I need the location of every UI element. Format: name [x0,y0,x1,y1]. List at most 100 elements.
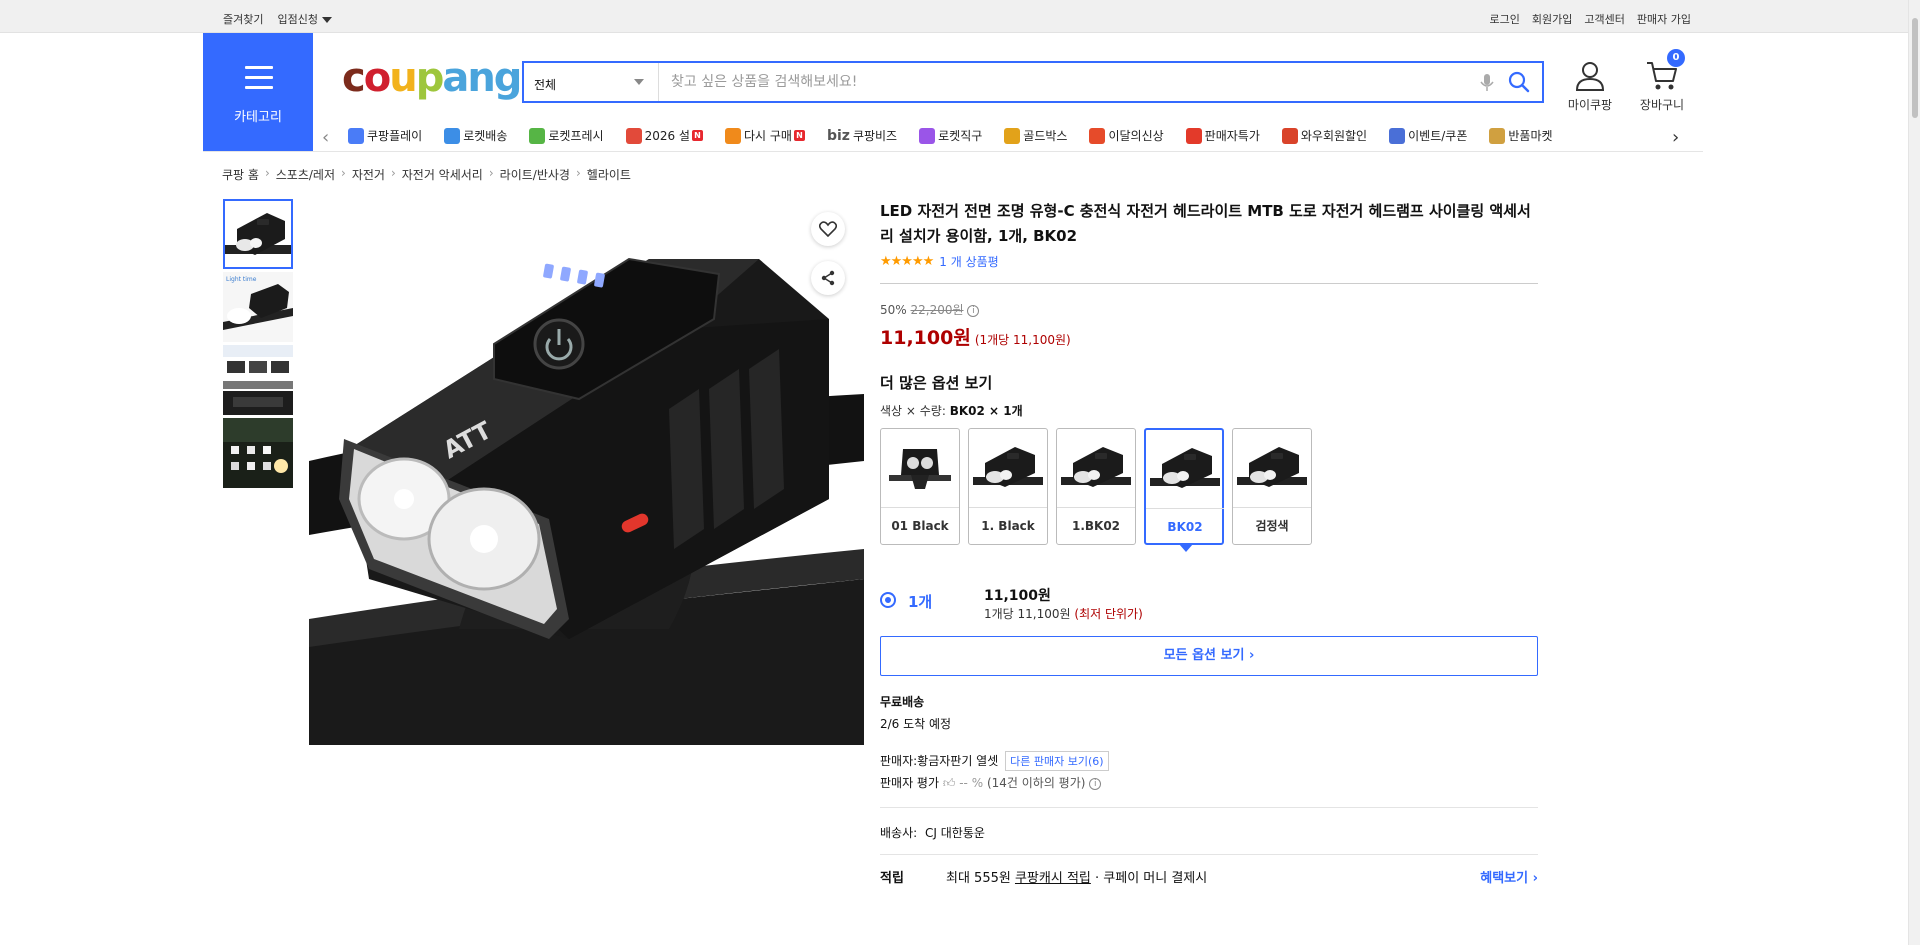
ribbon-item-label: 골드박스 [1023,129,1068,143]
review-count-link[interactable]: 1 개 상품평 [939,253,998,270]
swatch-label: 01 Black [881,507,959,544]
rating-row[interactable]: ★★★★★ 1 개 상품평 [880,253,1538,270]
color-swatch[interactable]: BK02 [1144,428,1224,552]
thumbnail-2[interactable]: Light time [223,272,293,342]
ribbon-prev-icon[interactable]: ‹ [322,127,329,148]
info-icon[interactable]: i [1089,777,1102,790]
mypage-button[interactable]: 마이쿠팡 [1560,60,1620,113]
info-icon[interactable]: i [967,304,980,317]
seller-name[interactable]: 황금자판기 열셋 [917,754,998,768]
microphone-icon[interactable] [1480,73,1494,96]
cart-count-badge: 0 [1667,49,1685,67]
option-summary: 색상 × 수량: BK02 × 1개 [880,402,1538,419]
wishlist-button[interactable] [811,212,845,246]
ribbon-item[interactable]: biz 쿠팡비즈 [827,127,897,144]
color-swatches: 01 Black 1. Black 1.BK02 BK02 검정색 [880,428,1538,552]
ribbon-item[interactable]: 이벤트/쿠폰 [1389,127,1467,144]
original-price: 22,200원 [910,303,964,317]
bookmark-link[interactable]: 즐겨찾기 [223,11,263,27]
ribbon-item-label: 쿠팡플레이 [367,129,423,143]
swatch-image [1150,434,1220,504]
ribbon-item-icon [724,127,741,144]
share-button[interactable] [811,261,845,295]
ribbon-next-icon[interactable]: › [1672,127,1679,148]
sale-price: 11,100원 [880,327,971,349]
color-swatch[interactable]: 검정색 [1232,428,1312,545]
quantity-option-row[interactable]: 1개 11,100원 1개당 11,100원 (최저 단위가) [880,585,1538,625]
swatch-image [1061,433,1131,503]
ribbon-item-label: 2026 설 [644,129,690,143]
ribbon-item[interactable]: 이달의신상 [1089,127,1164,144]
courier-name: CJ 대한통운 [925,826,985,840]
scrollbar-thumb[interactable] [1912,18,1918,118]
ribbon-item[interactable]: 와우회원할인 [1281,127,1368,144]
color-swatch[interactable]: 1. Black [968,428,1048,545]
breadcrumb-item[interactable]: 자전거 악세서리 [402,166,483,183]
search-input[interactable] [661,65,1461,99]
page-scrollbar[interactable] [1908,0,1920,945]
ribbon-item[interactable]: 다시 구매 N [724,127,805,144]
seller-signup-link[interactable]: 판매자 가입 [1637,11,1691,27]
quantity-radio[interactable] [880,592,896,608]
breadcrumb-item[interactable]: 라이트/반사경 [500,166,570,183]
coupang-logo[interactable]: coupang [342,56,522,100]
color-swatch[interactable]: 1.BK02 [1056,428,1136,545]
ribbon-item[interactable]: 2026 설N [625,127,703,144]
ribbon-item[interactable]: 반품마켓 [1489,127,1553,144]
ribbon-item-icon [529,127,546,144]
product-title: LED 자전거 전면 조명 유형-C 충전식 자전거 헤드라이트 MTB 도로 … [880,202,1531,245]
ribbon-item[interactable]: 골드박스 [1004,127,1067,144]
seller-apply-label: 입점신청 [277,13,318,26]
category-ribbon: ‹ 쿠팡플레이 로켓배송 로켓프레시 2026 설 N 다시 구매 N biz 쿠팡비즈 로켓직구… [320,123,1690,151]
discount-row: 50% 22,200원 i [880,301,1538,318]
ribbon-item[interactable]: 로켓프레시 [529,127,604,144]
shipping-title: 무료배송 [880,695,925,709]
thumbnail-4[interactable] [223,418,293,488]
svg-text:Light time: Light time [226,276,257,283]
ribbon-item[interactable]: 쿠팡플레이 [348,127,422,144]
all-options-button[interactable]: 모든 옵션 보기 › [880,636,1538,676]
sale-price-row: 11,100원 (1개당 11,100원) [880,323,1538,350]
breadcrumb-item[interactable]: 스포츠/레저 [276,166,335,183]
thumbnail-1[interactable] [223,199,293,269]
breadcrumb-item[interactable]: 자전거 [352,166,385,183]
seller-apply-menu[interactable]: 입점신청 [277,11,332,27]
swatch-image [973,433,1043,503]
coupang-cash-link[interactable]: 쿠팡캐시 적립 [1015,871,1091,886]
cart-button[interactable]: 0 장바구니 [1632,49,1692,113]
ribbon-item[interactable]: 로켓직구 [919,127,982,144]
seller-label: 판매자: [880,754,918,768]
category-menu-button[interactable]: 카테고리 [203,33,313,151]
ribbon-item-label: 로켓프레시 [548,129,604,143]
search-icon[interactable] [1508,71,1530,96]
reward-label: 적립 [880,871,904,886]
ribbon-item-icon [919,127,936,144]
ribbon-item-label: 반품마켓 [1508,129,1553,143]
breadcrumb: 쿠팡 홈 › 스포츠/레저 › 자전거 › 자전거 악세서리 › 라이트/반사경 › 헬라이트 [222,166,631,183]
search-bar: 전체 [522,61,1544,103]
title-divider [880,283,1538,284]
main-product-image[interactable]: ATT [309,199,864,745]
other-sellers-button[interactable]: 다른 판매자 보기(6) [1005,751,1109,771]
shipping-date: 2/6 도착 예정 [880,717,952,731]
ribbon-item-icon [444,127,461,144]
color-swatch[interactable]: 01 Black [880,428,960,545]
ribbon-item[interactable]: 판매자특가 [1185,127,1260,144]
swatch-label: 검정색 [1233,507,1311,544]
benefits-link[interactable]: 혜택보기 › [1480,867,1538,886]
ribbon-item-label: 판매자특가 [1204,129,1260,143]
swatch-label: 1.BK02 [1057,507,1135,544]
breadcrumb-item[interactable]: 헬라이트 [587,166,631,183]
ribbon-item-icon [1389,127,1406,144]
login-link[interactable]: 로그인 [1490,11,1520,27]
breadcrumb-item[interactable]: 쿠팡 홈 [222,166,259,183]
ribbon-item-label: 와우회원할인 [1300,129,1368,143]
search-scope-select[interactable]: 전체 [524,63,659,101]
option-label: 색상 × 수량: [880,404,950,418]
customer-center-link[interactable]: 고객센터 [1584,11,1624,27]
thumbnail-3[interactable] [223,345,293,415]
mypage-label: 마이쿠팡 [1567,98,1613,112]
signup-link[interactable]: 회원가입 [1532,11,1572,27]
quantity-price: 11,100원 [984,588,1051,604]
ribbon-item[interactable]: 로켓배송 [444,127,507,144]
